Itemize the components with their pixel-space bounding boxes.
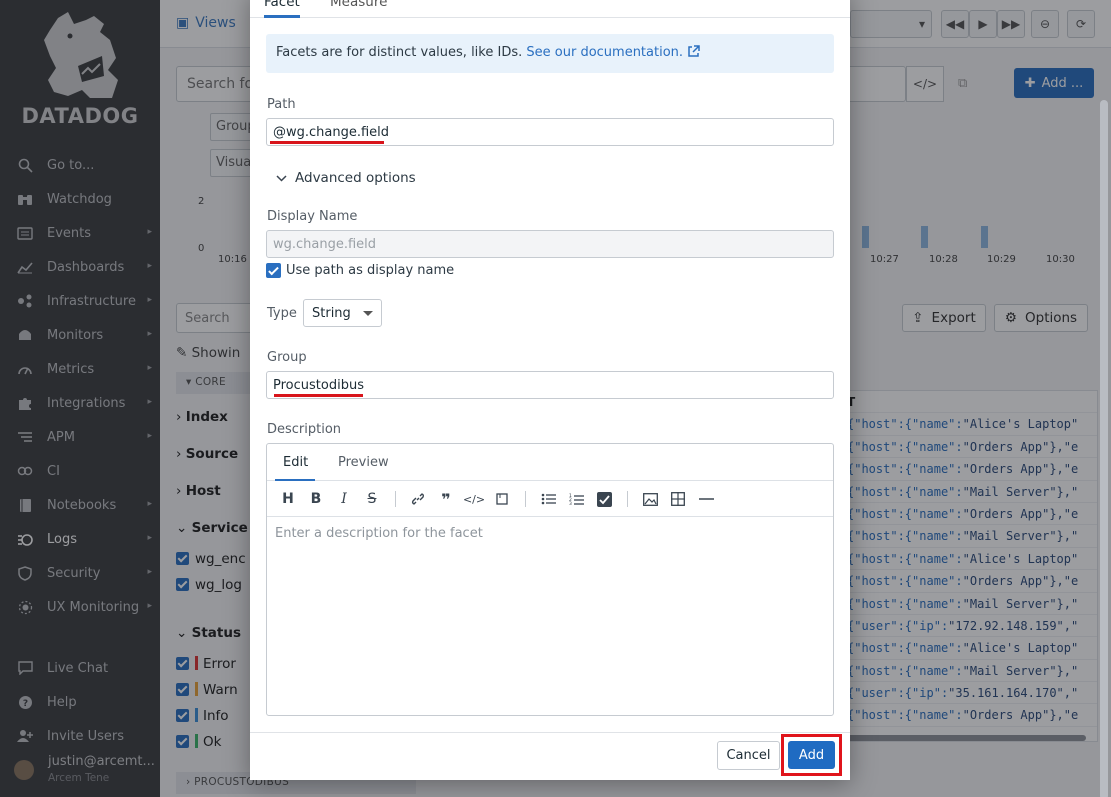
path-label: Path xyxy=(267,97,296,112)
description-label: Description xyxy=(267,422,342,437)
display-name-label: Display Name xyxy=(267,209,358,224)
strikethrough-icon[interactable]: S xyxy=(363,490,381,508)
heading-icon[interactable]: H xyxy=(279,490,297,508)
add-button-highlight: Add xyxy=(781,734,842,776)
toolbar-divider xyxy=(525,491,526,507)
tab-facet[interactable]: Facet xyxy=(264,0,300,10)
advanced-options-toggle[interactable]: Advanced options xyxy=(276,170,416,186)
caret-down-icon xyxy=(363,311,373,316)
display-name-field: wg.change.field xyxy=(266,230,834,258)
info-text: Facets are for distinct values, like IDs… xyxy=(276,45,523,60)
tab-edit[interactable]: Edit xyxy=(283,455,308,470)
group-label: Group xyxy=(267,350,307,365)
tab-measure[interactable]: Measure xyxy=(330,0,387,10)
type-select[interactable]: String xyxy=(303,299,382,327)
svg-text:3: 3 xyxy=(569,501,572,506)
tab-preview[interactable]: Preview xyxy=(338,455,389,470)
use-path-checkbox[interactable] xyxy=(266,263,281,278)
use-path-checkbox-row[interactable]: Use path as display name xyxy=(266,263,454,278)
code-block-icon[interactable] xyxy=(493,490,511,508)
table-icon[interactable] xyxy=(669,490,687,508)
cancel-button[interactable]: Cancel xyxy=(717,741,780,770)
type-value: String xyxy=(312,306,351,321)
italic-icon[interactable]: I xyxy=(335,490,353,508)
editor-tabs: Edit Preview xyxy=(267,444,833,481)
info-banner: Facets are for distinct values, like IDs… xyxy=(266,34,834,73)
advanced-options-label: Advanced options xyxy=(295,170,416,186)
quote-icon[interactable]: ❞ xyxy=(437,490,455,509)
page-scrollbar[interactable] xyxy=(1100,100,1108,797)
facet-type-tabs: Facet Measure xyxy=(250,0,850,18)
horizontal-rule-icon[interactable] xyxy=(697,490,715,508)
toolbar-divider xyxy=(627,491,628,507)
editor-toolbar: H B I S ❞ </> 123 xyxy=(267,481,833,517)
group-highlight xyxy=(274,394,363,397)
image-icon[interactable] xyxy=(641,490,659,508)
footer-divider xyxy=(250,732,850,733)
chevron-down-icon xyxy=(276,174,287,182)
documentation-link[interactable]: See our documentation. xyxy=(526,45,683,60)
bulleted-list-icon[interactable] xyxy=(539,490,557,508)
use-path-label: Use path as display name xyxy=(286,263,455,278)
numbered-list-icon[interactable]: 123 xyxy=(567,490,585,508)
link-icon[interactable] xyxy=(409,490,427,508)
active-tab-indicator xyxy=(264,15,300,18)
description-textarea[interactable]: Enter a description for the facet xyxy=(275,526,483,541)
description-editor: Edit Preview H B I S ❞ </> 123 Enter a d… xyxy=(266,443,834,716)
type-label: Type xyxy=(267,306,297,321)
task-list-icon[interactable] xyxy=(595,490,613,508)
bold-icon[interactable]: B xyxy=(307,490,325,508)
toolbar-divider xyxy=(395,491,396,507)
add-facet-modal: Facet Measure Facets are for distinct va… xyxy=(250,0,850,780)
path-highlight xyxy=(270,141,384,144)
external-link-icon[interactable] xyxy=(687,45,700,60)
add-button[interactable]: Add xyxy=(788,741,835,769)
code-icon[interactable]: </> xyxy=(463,490,485,508)
